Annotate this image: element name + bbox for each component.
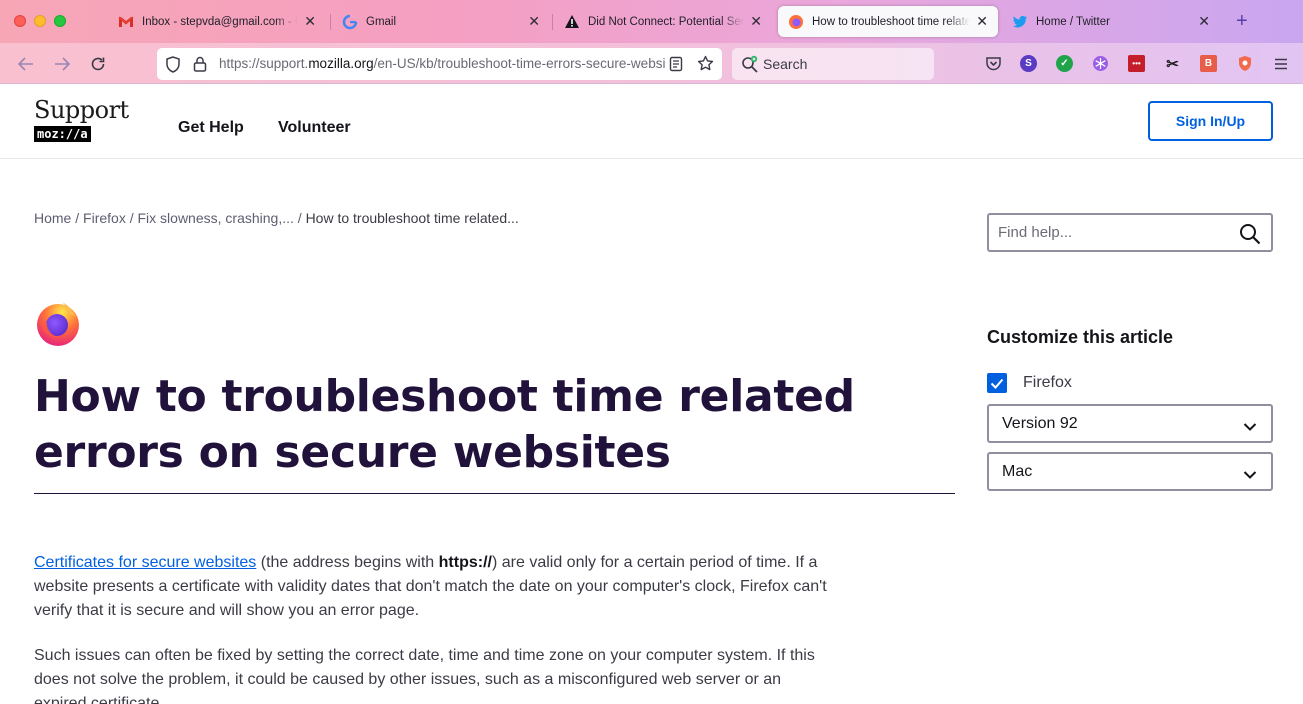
breadcrumb-current: How to troubleshoot time related...: [305, 210, 519, 226]
tab-title: How to troubleshoot time related errors: [812, 15, 971, 28]
shield-icon[interactable]: [165, 56, 181, 78]
tab-troubleshoot-active[interactable]: How to troubleshoot time related errors …: [778, 6, 998, 37]
url-text[interactable]: https://support.mozilla.org/en-US/kb/tro…: [219, 56, 665, 71]
product-checkbox-row[interactable]: Firefox: [987, 373, 1072, 393]
url-domain: mozilla.org: [308, 56, 374, 71]
extension-scissors-icon[interactable]: ✂: [1164, 55, 1181, 73]
reload-icon[interactable]: [87, 53, 109, 75]
zoom-window-button[interactable]: [54, 15, 66, 27]
extension-snowflake-icon[interactable]: [1092, 55, 1109, 72]
sign-in-button[interactable]: Sign In/Up: [1148, 101, 1273, 141]
close-tab-icon[interactable]: ✕: [750, 13, 762, 30]
nav-get-help[interactable]: Get Help: [178, 119, 244, 137]
breadcrumb: Home / Firefox / Fix slowness, crashing,…: [34, 210, 519, 226]
find-help-search-input[interactable]: Find help...: [987, 213, 1273, 252]
browser-navbar: https://support.mozilla.org/en-US/kb/tro…: [0, 43, 1303, 84]
article-paragraph-2: Such issues can often be fixed by settin…: [34, 647, 815, 704]
tab-separator: [552, 14, 553, 30]
article-title: How to troubleshoot time related errors …: [34, 371, 855, 478]
close-tab-icon[interactable]: ✕: [528, 13, 540, 30]
tab-twitter[interactable]: Home / Twitter ✕: [1002, 6, 1220, 37]
https-bold-text: https://: [438, 554, 492, 571]
reader-view-icon[interactable]: [669, 56, 683, 77]
twitter-icon: [1012, 14, 1028, 30]
extension-lastpass-icon[interactable]: •••: [1128, 55, 1145, 72]
customize-article-heading: Customize this article: [987, 327, 1174, 347]
hamburger-menu-icon[interactable]: [1272, 55, 1289, 72]
os-select-value: Mac: [1002, 463, 1033, 480]
version-select[interactable]: Version 92: [987, 404, 1273, 443]
title-divider: [34, 493, 955, 494]
extension-s-icon[interactable]: S: [1020, 55, 1037, 72]
tab-gmail-inbox[interactable]: Inbox - stepvda@gmail.com - Gmail ✕: [108, 6, 326, 37]
close-tab-icon[interactable]: ✕: [1198, 13, 1210, 30]
tab-title: Gmail: [366, 15, 397, 28]
nav-volunteer[interactable]: Volunteer: [278, 119, 351, 137]
extension-check-icon[interactable]: ✓: [1056, 55, 1073, 72]
extension-shield-icon[interactable]: [1236, 55, 1253, 72]
site-logo-mozilla[interactable]: moz://a: [34, 126, 91, 142]
firefox-checkbox[interactable]: [987, 373, 1007, 393]
url-prefix: https://support.: [219, 56, 309, 71]
minimize-window-button[interactable]: [34, 15, 46, 27]
search-placeholder: Search: [763, 56, 808, 72]
close-tab-icon[interactable]: ✕: [304, 13, 316, 30]
site-logo-support[interactable]: Support: [34, 96, 129, 124]
article-paragraph-1: Certificates for secure websites (the ad…: [34, 551, 834, 623]
close-window-button[interactable]: [14, 15, 26, 27]
extension-b-icon[interactable]: B: [1200, 55, 1217, 72]
search-engine-icon: [741, 55, 759, 78]
os-select[interactable]: Mac: [987, 452, 1273, 491]
url-path: /en-US/kb/troubleshoot-time-errors-secur…: [373, 56, 665, 71]
chevron-down-icon: [1243, 419, 1257, 431]
firefox-icon: [788, 14, 804, 30]
pocket-icon[interactable]: [985, 55, 1002, 72]
tab-separator: [330, 14, 331, 30]
url-bar[interactable]: https://support.mozilla.org/en-US/kb/tro…: [157, 48, 722, 80]
bookmark-star-icon[interactable]: [697, 55, 714, 77]
tab-gmail[interactable]: Gmail ✕: [332, 6, 550, 37]
google-icon: [342, 14, 358, 30]
search-icon[interactable]: [1239, 223, 1261, 245]
close-tab-icon[interactable]: ✕: [976, 13, 988, 30]
tab-title: Did Not Connect: Potential Security Issu…: [588, 15, 745, 28]
browser-search-bar[interactable]: Search: [732, 48, 934, 80]
firefox-checkbox-label: Firefox: [1023, 374, 1072, 391]
page-content: Support moz://a Get Help Volunteer Sign …: [0, 85, 1303, 704]
breadcrumb-home[interactable]: Home: [34, 210, 71, 226]
new-tab-plus-icon[interactable]: +: [1236, 10, 1248, 33]
tab-title: Home / Twitter: [1036, 15, 1110, 28]
chevron-down-icon: [1243, 467, 1257, 479]
firefox-logo-icon: [34, 299, 82, 347]
find-help-placeholder: Find help...: [998, 224, 1073, 241]
gmail-icon: [118, 14, 134, 30]
paragraph-text: (the address begins with: [256, 554, 439, 571]
back-arrow-icon[interactable]: [15, 53, 37, 75]
tab-title: Inbox - stepvda@gmail.com - Gmail: [142, 15, 298, 28]
forward-arrow-icon[interactable]: [51, 53, 73, 75]
warning-icon: [564, 14, 580, 30]
version-select-value: Version 92: [1002, 415, 1078, 432]
breadcrumb-separator: /: [71, 210, 84, 226]
lock-icon[interactable]: [193, 56, 207, 77]
breadcrumb-separator: /: [293, 210, 306, 226]
breadcrumb-firefox[interactable]: Firefox: [83, 210, 126, 226]
breadcrumb-fix-slowness[interactable]: Fix slowness, crashing,...: [138, 210, 294, 226]
certificates-link[interactable]: Certificates for secure websites: [34, 554, 256, 571]
breadcrumb-separator: /: [125, 210, 138, 226]
tab-did-not-connect[interactable]: Did Not Connect: Potential Security Issu…: [554, 6, 772, 37]
browser-titlebar: Inbox - stepvda@gmail.com - Gmail ✕ Gmai…: [0, 0, 1303, 43]
site-header: Support moz://a Get Help Volunteer Sign …: [0, 85, 1303, 159]
